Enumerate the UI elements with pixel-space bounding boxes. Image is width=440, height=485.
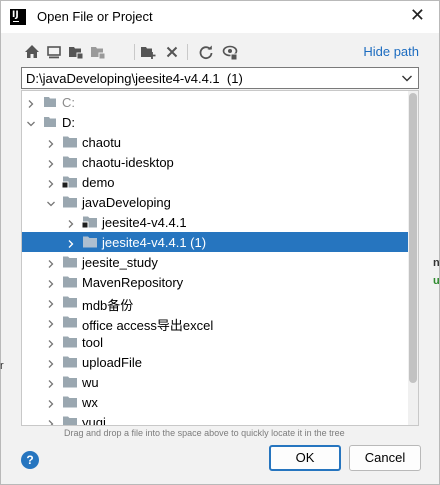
chevron-right-icon[interactable] xyxy=(66,217,76,228)
background-window-text: up xyxy=(433,275,440,287)
toolbar-separator xyxy=(134,44,135,60)
background-window-text: r xyxy=(0,360,4,372)
path-input[interactable] xyxy=(26,70,386,86)
drive-icon xyxy=(42,115,58,129)
tree-item-label: jeesite_study xyxy=(82,255,158,270)
project-folder-icon[interactable] xyxy=(65,41,87,63)
chevron-right-icon[interactable] xyxy=(46,177,56,188)
tree-item-label: jeesite4-v4.4.1 (1) xyxy=(102,235,207,250)
chevron-right-icon[interactable] xyxy=(46,417,56,425)
chevron-right-icon[interactable] xyxy=(46,317,56,328)
tree-row[interactable]: chaotu-idesktop xyxy=(22,152,408,172)
delete-icon[interactable] xyxy=(161,41,183,63)
show-hidden-icon[interactable] xyxy=(219,41,241,63)
chevron-right-icon[interactable] xyxy=(46,357,56,368)
tree-row[interactable]: javaDeveloping xyxy=(22,192,408,212)
tree-item-label: chaotu xyxy=(82,135,122,150)
chevron-right-icon[interactable] xyxy=(46,337,56,348)
folder-icon xyxy=(62,155,78,169)
chevron-right-icon[interactable] xyxy=(26,97,36,108)
tree-item-label: tool xyxy=(82,335,103,350)
folder-icon xyxy=(62,255,78,269)
folder-icon xyxy=(62,195,78,209)
help-button[interactable]: ? xyxy=(21,451,39,469)
tree-row[interactable]: uploadFile xyxy=(22,352,408,372)
tree-item-label: office access导出excel xyxy=(82,318,214,333)
module-folder-icon xyxy=(61,175,78,189)
tree-item-label: javaDeveloping xyxy=(82,195,171,210)
chevron-right-icon[interactable] xyxy=(46,137,56,148)
refresh-icon[interactable] xyxy=(195,41,217,63)
tree-row[interactable]: demo xyxy=(22,172,408,192)
tree-row[interactable]: office access导出excel xyxy=(22,312,408,333)
home-icon[interactable] xyxy=(21,41,43,63)
folder-icon xyxy=(62,355,78,369)
tree-item-label: demo xyxy=(82,175,115,190)
folder-icon xyxy=(62,295,78,309)
ok-button[interactable]: OK xyxy=(269,445,341,471)
tree-row[interactable]: jeesite4-v4.4.1 (1) xyxy=(22,232,408,252)
new-folder-icon[interactable] xyxy=(137,41,159,63)
tree-row[interactable]: tool xyxy=(22,332,408,352)
folder-icon xyxy=(62,135,78,149)
tree-row[interactable]: C: xyxy=(22,92,408,112)
tree-item-label: yuqi xyxy=(82,415,106,426)
drag-drop-hint: Drag and drop a file into the space abov… xyxy=(64,428,345,438)
close-icon[interactable]: ✕ xyxy=(410,6,425,26)
folder-icon xyxy=(62,375,78,389)
tree-item-label: uploadFile xyxy=(82,355,142,370)
tree-item-label: wx xyxy=(82,395,98,410)
tree-row[interactable]: mdb备份 xyxy=(22,292,408,313)
folder-icon xyxy=(62,395,78,409)
hide-path-link[interactable]: Hide path xyxy=(363,44,419,59)
file-tree[interactable]: yuqi wx wu uploadFile tool office access导出exc… xyxy=(21,90,419,426)
tree-item-label: C: xyxy=(62,95,75,110)
title-bar: IJ Open File or Project ✕ xyxy=(1,1,439,33)
cancel-button[interactable]: Cancel xyxy=(349,445,421,471)
tree-item-label: mdb备份 xyxy=(82,298,134,313)
tree-item-label: MavenRepository xyxy=(82,275,184,290)
chevron-right-icon[interactable] xyxy=(66,237,76,248)
chevron-down-icon[interactable] xyxy=(400,71,414,88)
tree-scrollbar[interactable] xyxy=(408,91,418,425)
desktop-icon[interactable] xyxy=(43,41,65,63)
tree-row[interactable]: D: xyxy=(22,112,408,132)
folder-icon xyxy=(82,235,98,249)
tree-row[interactable]: jeesite_study xyxy=(22,252,408,272)
tree-row[interactable]: wx xyxy=(22,392,408,412)
tree-row[interactable]: jeesite4-v4.4.1 xyxy=(22,212,408,232)
dialog-title: Open File or Project xyxy=(37,9,153,24)
module-folder-icon[interactable] xyxy=(87,41,109,63)
tree-item-label: wu xyxy=(82,375,99,390)
folder-icon xyxy=(62,415,78,425)
background-window-text: nt xyxy=(433,257,440,269)
folder-icon xyxy=(62,335,78,349)
path-combobox[interactable] xyxy=(21,67,419,89)
tree-item-label: D: xyxy=(62,115,75,130)
tree-item-label: jeesite4-v4.4.1 xyxy=(102,215,187,230)
intellij-app-icon: IJ xyxy=(10,9,26,25)
tree-item-label: chaotu-idesktop xyxy=(82,155,174,170)
tree-row[interactable]: yuqi xyxy=(22,412,408,426)
chevron-right-icon[interactable] xyxy=(46,297,56,308)
toolbar-separator xyxy=(187,44,188,60)
chevron-right-icon[interactable] xyxy=(46,157,56,168)
chevron-right-icon[interactable] xyxy=(46,257,56,268)
chevron-right-icon[interactable] xyxy=(46,397,56,408)
chevron-right-icon[interactable] xyxy=(46,377,56,388)
tree-row[interactable]: wu xyxy=(22,372,408,392)
module-folder-icon xyxy=(81,215,98,229)
tree-row[interactable]: MavenRepository xyxy=(22,272,408,292)
open-file-dialog: IJ Open File or Project ✕ Hide path D:\j… xyxy=(0,0,440,485)
tree-row[interactable]: chaotu xyxy=(22,132,408,152)
folder-icon xyxy=(62,315,78,329)
folder-icon xyxy=(62,275,78,289)
chevron-down-icon[interactable] xyxy=(26,117,36,127)
chevron-down-icon[interactable] xyxy=(46,197,56,207)
scrollbar-thumb[interactable] xyxy=(409,93,417,383)
chevron-right-icon[interactable] xyxy=(46,277,56,288)
drive-icon xyxy=(42,95,58,109)
